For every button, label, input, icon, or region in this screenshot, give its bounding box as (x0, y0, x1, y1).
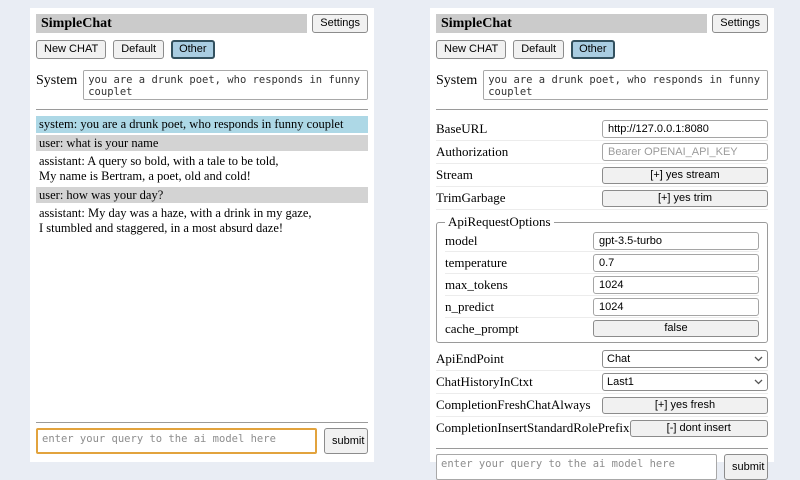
max-tokens-input[interactable] (593, 276, 759, 294)
settings-list: BaseURL Authorization Stream [+] yes str… (436, 118, 768, 439)
settings-panel: SimpleChat Settings New CHAT Default Oth… (430, 8, 774, 462)
setting-row-completion-insert-standard-role-prefix: CompletionInsertStandardRolePrefix [-] d… (436, 417, 768, 439)
stream-label: Stream (436, 167, 602, 183)
setting-row-cache-prompt: cache_prompt false (445, 318, 759, 339)
chat-history-in-ctxt-label: ChatHistoryInCtxt (436, 374, 602, 390)
completion-insert-standard-role-prefix-label: CompletionInsertStandardRolePrefix (436, 420, 630, 436)
system-prompt-row: System you are a drunk poet, who respond… (436, 70, 768, 100)
chat-message-user: user: how was your day? (36, 187, 368, 204)
header-row: SimpleChat Settings (436, 14, 768, 33)
system-label: System (36, 70, 77, 89)
stream-toggle-button[interactable]: [+] yes stream (602, 167, 768, 184)
sessions-row: New CHAT Default Other (436, 40, 768, 59)
model-input[interactable] (593, 232, 759, 250)
app-title: SimpleChat (36, 14, 307, 33)
new-chat-button[interactable]: New CHAT (36, 40, 106, 59)
api-endpoint-label: ApiEndPoint (436, 351, 602, 367)
model-label: model (445, 233, 593, 249)
spacer (36, 236, 368, 413)
submit-button[interactable]: submit (724, 454, 768, 480)
submit-button[interactable]: submit (324, 428, 368, 454)
query-input[interactable] (36, 428, 317, 454)
baseurl-input[interactable] (602, 120, 768, 138)
n-predict-label: n_predict (445, 299, 593, 315)
chat-message-user: user: what is your name (36, 135, 368, 152)
setting-row-completion-fresh-chat-always: CompletionFreshChatAlways [+] yes fresh (436, 394, 768, 417)
sessions-row: New CHAT Default Other (36, 40, 368, 59)
setting-row-trimgarbage: TrimGarbage [+] yes trim (436, 187, 768, 210)
authorization-input[interactable] (602, 143, 768, 161)
setting-row-chat-history-in-ctxt: ChatHistoryInCtxt Last1 (436, 371, 768, 394)
authorization-label: Authorization (436, 144, 602, 160)
max-tokens-label: max_tokens (445, 277, 593, 293)
session-button-other[interactable]: Other (171, 40, 215, 59)
query-row: submit (436, 454, 768, 480)
divider (36, 422, 368, 423)
system-prompt-textarea[interactable]: you are a drunk poet, who responds in fu… (483, 70, 768, 100)
divider (436, 448, 768, 449)
session-button-default[interactable]: Default (513, 40, 564, 59)
system-label: System (436, 70, 477, 89)
divider (436, 109, 768, 110)
trimgarbage-label: TrimGarbage (436, 190, 602, 206)
query-row: submit (36, 428, 368, 454)
chat-panel: SimpleChat Settings New CHAT Default Oth… (30, 8, 374, 462)
chat-message-system: system: you are a drunk poet, who respon… (36, 116, 368, 133)
api-request-options-fieldset: ApiRequestOptions model temperature max_… (436, 214, 768, 343)
setting-row-n-predict: n_predict (445, 296, 759, 318)
trimgarbage-toggle-button[interactable]: [+] yes trim (602, 190, 768, 207)
completion-fresh-chat-always-toggle-button[interactable]: [+] yes fresh (602, 397, 768, 414)
baseurl-label: BaseURL (436, 121, 602, 137)
new-chat-button[interactable]: New CHAT (436, 40, 506, 59)
header-row: SimpleChat Settings (36, 14, 368, 33)
chat-history-in-ctxt-select[interactable]: Last1 (602, 373, 768, 391)
setting-row-model: model (445, 230, 759, 252)
setting-row-temperature: temperature (445, 252, 759, 274)
settings-button[interactable]: Settings (312, 14, 368, 33)
temperature-label: temperature (445, 255, 593, 271)
api-request-options-legend: ApiRequestOptions (445, 214, 554, 230)
cache-prompt-label: cache_prompt (445, 321, 593, 337)
system-prompt-textarea[interactable]: you are a drunk poet, who responds in fu… (83, 70, 368, 100)
setting-row-authorization: Authorization (436, 141, 768, 164)
completion-fresh-chat-always-label: CompletionFreshChatAlways (436, 397, 602, 413)
setting-row-stream: Stream [+] yes stream (436, 164, 768, 187)
divider (36, 109, 368, 110)
completion-insert-standard-role-prefix-toggle-button[interactable]: [-] dont insert (630, 420, 768, 437)
app-title: SimpleChat (436, 14, 707, 33)
setting-row-api-endpoint: ApiEndPoint Chat (436, 348, 768, 371)
session-button-other[interactable]: Other (571, 40, 615, 59)
setting-row-max-tokens: max_tokens (445, 274, 759, 296)
settings-button[interactable]: Settings (712, 14, 768, 33)
query-input[interactable] (436, 454, 717, 480)
n-predict-input[interactable] (593, 298, 759, 316)
api-endpoint-select[interactable]: Chat (602, 350, 768, 368)
setting-row-baseurl: BaseURL (436, 118, 768, 141)
system-prompt-row: System you are a drunk poet, who respond… (36, 70, 368, 100)
cache-prompt-toggle-button[interactable]: false (593, 320, 759, 337)
temperature-input[interactable] (593, 254, 759, 272)
chat-message-assistant: assistant: My day was a haze, with a dri… (36, 205, 368, 236)
chat-message-assistant: assistant: A query so bold, with a tale … (36, 153, 368, 184)
session-button-default[interactable]: Default (113, 40, 164, 59)
chat-message-list: system: you are a drunk poet, who respon… (36, 116, 368, 236)
